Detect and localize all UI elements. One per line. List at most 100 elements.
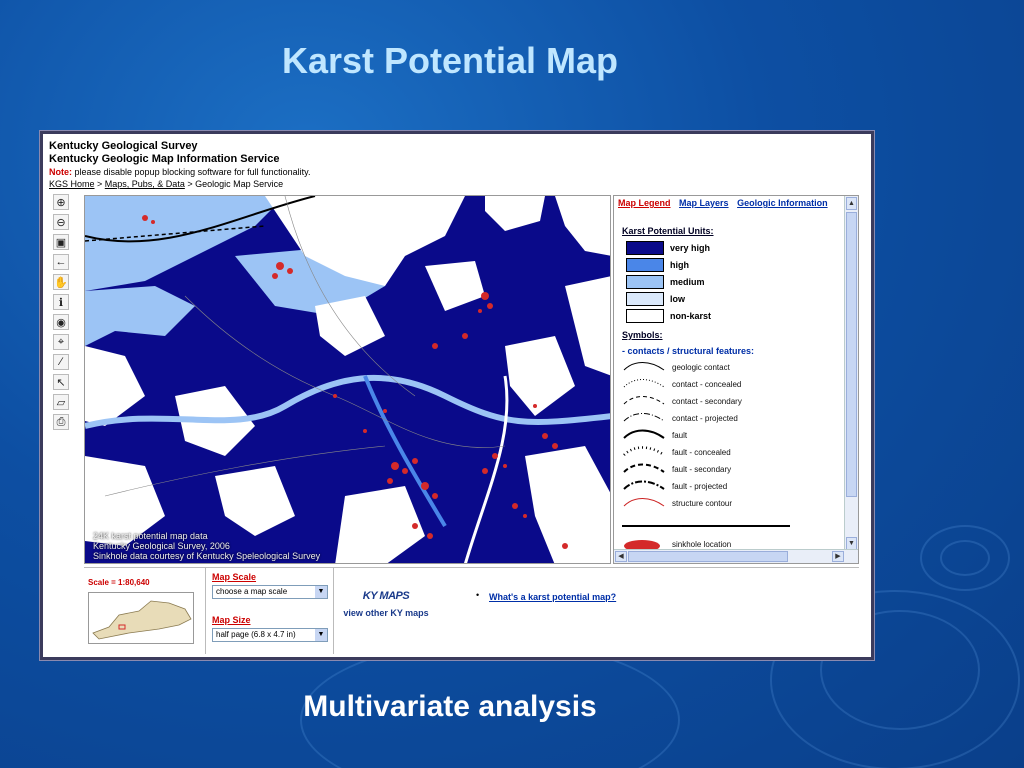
symbol-label: fault - concealed [672, 447, 731, 457]
geologic-contact-icon [623, 362, 665, 371]
swatch-non-karst [626, 308, 664, 323]
tab-map-legend[interactable]: Map Legend [618, 198, 671, 208]
pan-hand-icon[interactable]: ✋ [53, 274, 69, 290]
unit-label: low [670, 293, 685, 304]
kentucky-overview-map[interactable] [88, 592, 194, 644]
symbol-label: contact - secondary [672, 396, 742, 406]
scroll-thumb[interactable] [846, 212, 857, 497]
slide-title: Karst Potential Map [281, 40, 619, 81]
legend-unit: medium [626, 274, 826, 289]
credit-line: Kentucky Geological Survey, 2006 [93, 541, 230, 551]
breadcrumb-separator: > [94, 179, 105, 189]
map-size-select[interactable]: half page (6.8 x 4.7 in) ▼ [212, 628, 328, 642]
breadcrumb-maps-pubs-data[interactable]: Maps, Pubs, & Data [105, 179, 185, 189]
zoom-out-icon[interactable]: ⊖ [53, 214, 69, 230]
popup-note: Note: please disable popup blocking soft… [49, 166, 849, 178]
credit-line: Sinkhole data courtesy of Kentucky Spele… [93, 551, 321, 561]
symbol-label: structure contour [672, 498, 733, 508]
ky-maps-logo[interactable]: KY MAPS [336, 590, 436, 602]
karst-map-graphic [85, 196, 610, 563]
chevron-down-icon[interactable]: ▼ [315, 629, 327, 641]
bullet-icon: • [476, 590, 480, 600]
print-icon[interactable]: ⎙ [53, 414, 69, 430]
measure-icon[interactable]: ∕ [53, 354, 69, 370]
symbol-label: contact - concealed [672, 379, 742, 389]
scroll-right-icon[interactable]: ▶ [832, 551, 844, 562]
scroll-thumb[interactable] [628, 551, 788, 562]
legend-symbol: fault - projected [622, 478, 842, 494]
symbol-label: sinkhole location [672, 539, 732, 549]
scale-overview: Scale = 1:80,640 [84, 568, 206, 654]
info-icon[interactable]: ℹ [53, 294, 69, 310]
swatch-low [626, 291, 664, 306]
org-title: Kentucky Geological Survey [49, 140, 198, 152]
legend-vertical-scrollbar[interactable]: ▲ ▼ [844, 196, 858, 551]
legend-symbol: contact - concealed [622, 376, 842, 392]
legend-unit: low [626, 291, 826, 306]
unit-label: very high [670, 242, 711, 253]
map-scale-label: Map Scale [212, 572, 257, 582]
legend-tabs: Map Legend Map Layers Geologic Informati… [618, 198, 834, 208]
page-header: Kentucky Geological Survey Kentucky Geol… [49, 140, 849, 191]
note-text: please disable popup blocking software f… [72, 167, 311, 177]
scroll-up-icon[interactable]: ▲ [846, 197, 857, 210]
identify-icon[interactable]: ◉ [53, 314, 69, 330]
symbol-label: geologic contact [672, 362, 730, 372]
symbol-label: fault - secondary [672, 464, 732, 474]
view-other-maps-link[interactable]: view other KY maps [336, 608, 436, 618]
map-size-value: half page (6.8 x 4.7 in) [216, 630, 296, 639]
locate-icon[interactable]: ⌖ [53, 334, 69, 350]
symbols-title: Symbols: [622, 330, 663, 340]
scroll-left-icon[interactable]: ◀ [615, 551, 627, 562]
credit-line: 24K karst potential map data [93, 531, 208, 541]
service-title: Kentucky Geologic Map Information Servic… [49, 153, 280, 165]
map-controls-bar: Scale = 1:80,640 Map Scale choose a map … [84, 567, 859, 654]
contact-projected-icon [623, 413, 665, 422]
back-arrow-icon[interactable]: ← [53, 254, 69, 270]
contact-concealed-icon [623, 379, 665, 388]
unit-label: non-karst [670, 310, 712, 321]
legend-symbol: fault - concealed [622, 444, 842, 460]
legend-horizontal-scrollbar[interactable]: ◀ ▶ [614, 549, 858, 563]
unit-label: high [670, 259, 689, 270]
breadcrumb-kgs-home[interactable]: KGS Home [49, 179, 95, 189]
tab-geologic-information[interactable]: Geologic Information [737, 198, 828, 208]
whats-karst-map-link[interactable]: What's a karst potential map? [489, 592, 616, 602]
legend-divider [622, 525, 790, 527]
map-scale-value: choose a map scale [216, 587, 288, 596]
select-pointer-icon[interactable]: ↖ [53, 374, 69, 390]
kentucky-outline-graphic [92, 600, 192, 640]
browser-frame: Kentucky Geological Survey Kentucky Geol… [40, 131, 874, 660]
fault-projected-icon [623, 480, 665, 490]
slide-caption: Multivariate analysis [303, 690, 597, 723]
zoom-extent-icon[interactable]: ▣ [53, 234, 69, 250]
symbol-label: fault - projected [672, 481, 728, 491]
breadcrumb: KGS Home > Maps, Pubs, & Data > Geologic… [49, 178, 849, 191]
swatch-high [626, 257, 664, 272]
breadcrumb-current: Geologic Map Service [195, 179, 284, 189]
map-size-label: Map Size [212, 615, 251, 625]
fault-concealed-icon [623, 446, 665, 457]
eraser-icon[interactable]: ▱ [53, 394, 69, 410]
map-toolbar: ⊕ ⊖ ▣ ← ✋ ℹ ◉ ⌖ ∕ ↖ ▱ ⎙ [53, 194, 71, 434]
tab-map-layers[interactable]: Map Layers [679, 198, 729, 208]
ky-maps-link[interactable]: KY MAPS view other KY maps [336, 590, 436, 618]
zoom-in-icon[interactable]: ⊕ [53, 194, 69, 210]
legend-symbol: fault - secondary [622, 461, 842, 477]
legend-symbol: fault [622, 427, 842, 443]
map-scale-select[interactable]: choose a map scale ▼ [212, 585, 328, 599]
legend-unit: high [626, 257, 826, 272]
fault-icon [623, 429, 665, 439]
legend-unit: non-karst [626, 308, 826, 323]
scale-text: Scale = 1:80,640 [88, 578, 150, 587]
karst-map-view[interactable]: 24K karst potential map data Kentucky Ge… [84, 195, 611, 564]
contacts-title: - contacts / structural features: [622, 346, 755, 356]
legend-symbol: geologic contact [622, 359, 842, 375]
legend-symbol: contact - secondary [622, 393, 842, 409]
chevron-down-icon[interactable]: ▼ [315, 586, 327, 598]
karst-units-title: Karst Potential Units: [622, 226, 714, 236]
unit-label: medium [670, 276, 705, 287]
map-options: Map Scale choose a map scale ▼ Map Size h… [208, 568, 334, 654]
structure-contour-icon [623, 498, 665, 507]
contact-secondary-icon [623, 396, 665, 405]
